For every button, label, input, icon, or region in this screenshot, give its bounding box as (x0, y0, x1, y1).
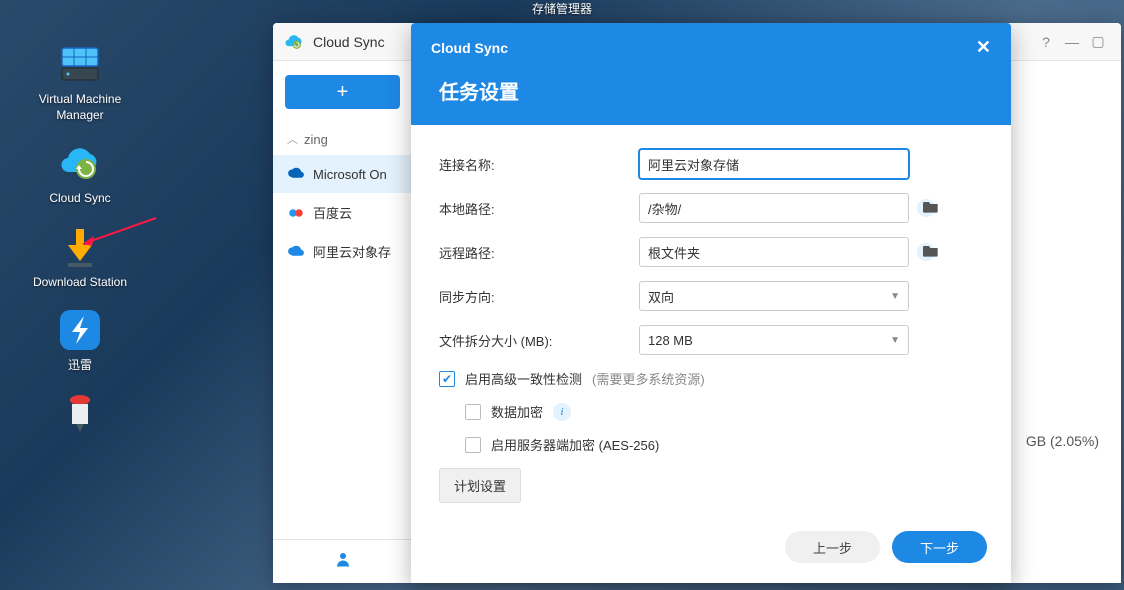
task-settings-modal: Cloud Sync ✕ 任务设置 连接名称: 本地路径: i 远程路径: (411, 23, 1011, 583)
chevron-down-icon: ▼ (890, 335, 900, 346)
desktop-label-download: Download Station (25, 275, 135, 291)
desktop-icon-xunlei[interactable]: 迅雷 (25, 306, 135, 374)
next-button[interactable]: 下一步 (892, 531, 987, 563)
maximize-button[interactable]: ▢ (1085, 29, 1111, 55)
desktop-icon-misc[interactable] (25, 390, 135, 438)
baidu-icon (287, 204, 305, 222)
misc-icon (56, 390, 104, 438)
minimize-button[interactable]: — (1059, 29, 1085, 55)
data-enc-label: 数据加密 (491, 402, 543, 421)
server-enc-label: 启用服务器端加密 (AES-256) (491, 435, 659, 454)
sidebar-item-label: 百度云 (313, 203, 352, 222)
desktop-icon-download[interactable]: Download Station (25, 223, 135, 291)
close-icon[interactable]: ✕ (976, 37, 991, 58)
sync-dir-select[interactable]: 双向 ▼ (639, 281, 909, 311)
desktop-label-cloudsync: Cloud Sync (25, 191, 135, 207)
chevron-down-icon: ▼ (890, 291, 900, 302)
aliyun-icon (287, 243, 305, 261)
sidebar: + ︿ zing Microsoft On 百度云 (273, 61, 413, 583)
sidebar-item-onedrive[interactable]: Microsoft On (273, 155, 412, 193)
remote-path-label: 远程路径: (439, 243, 639, 262)
local-path-input[interactable] (639, 193, 909, 223)
adv-consistency-label: 启用高级一致性检测 (465, 369, 582, 388)
download-icon (56, 223, 104, 271)
sidebar-item-aliyun[interactable]: 阿里云对象存 (273, 232, 412, 271)
sync-dir-value: 双向 (648, 287, 674, 306)
onedrive-icon (287, 165, 305, 183)
vmm-icon (56, 40, 104, 88)
split-size-label: 文件拆分大小 (MB): (439, 331, 639, 350)
conn-name-label: 连接名称: (439, 155, 639, 174)
adv-consistency-checkbox[interactable]: ✔ (439, 371, 455, 387)
usage-text: GB (2.05%) (1026, 433, 1099, 449)
folder-icon[interactable] (923, 243, 939, 260)
conn-name-input[interactable] (639, 149, 909, 179)
split-size-value: 128 MB (648, 333, 693, 348)
sidebar-group-label: zing (304, 132, 328, 147)
desktop-icon-cloudsync[interactable]: Cloud Sync (25, 139, 135, 207)
sidebar-item-baidu[interactable]: 百度云 (273, 193, 412, 232)
chevron-up-icon: ︿ (287, 131, 298, 147)
desktop-icon-vmm[interactable]: Virtual Machine Manager (25, 40, 135, 123)
info-icon[interactable]: i (553, 403, 571, 421)
sidebar-item-label: 阿里云对象存 (313, 242, 391, 261)
xunlei-icon (56, 306, 104, 354)
split-size-select[interactable]: 128 MB ▼ (639, 325, 909, 355)
modal-app-title: Cloud Sync (431, 40, 508, 56)
folder-icon[interactable] (923, 199, 939, 216)
add-connection-button[interactable]: + (285, 75, 400, 109)
remote-path-input[interactable] (639, 237, 909, 267)
modal-heading: 任务设置 (431, 76, 991, 105)
desktop-label-vmm: Virtual Machine Manager (25, 92, 135, 123)
sync-dir-label: 同步方向: (439, 287, 639, 306)
adv-consistency-hint: (需要更多系统资源) (592, 369, 705, 388)
cloudsync-icon (56, 139, 104, 187)
local-path-label: 本地路径: (439, 199, 639, 218)
sidebar-footer[interactable] (273, 539, 412, 583)
sidebar-item-label: Microsoft On (313, 167, 387, 182)
prev-button[interactable]: 上一步 (785, 531, 880, 563)
data-enc-checkbox[interactable] (465, 404, 481, 420)
app-logo-icon (283, 31, 305, 53)
desktop-label-xunlei: 迅雷 (25, 358, 135, 374)
user-icon (334, 550, 352, 568)
help-button[interactable]: ? (1033, 29, 1059, 55)
storage-manager-label[interactable]: 存储管理器 (0, 0, 1124, 17)
server-enc-checkbox[interactable] (465, 437, 481, 453)
schedule-button[interactable]: 计划设置 (439, 468, 521, 503)
sidebar-group[interactable]: ︿ zing (273, 123, 412, 155)
